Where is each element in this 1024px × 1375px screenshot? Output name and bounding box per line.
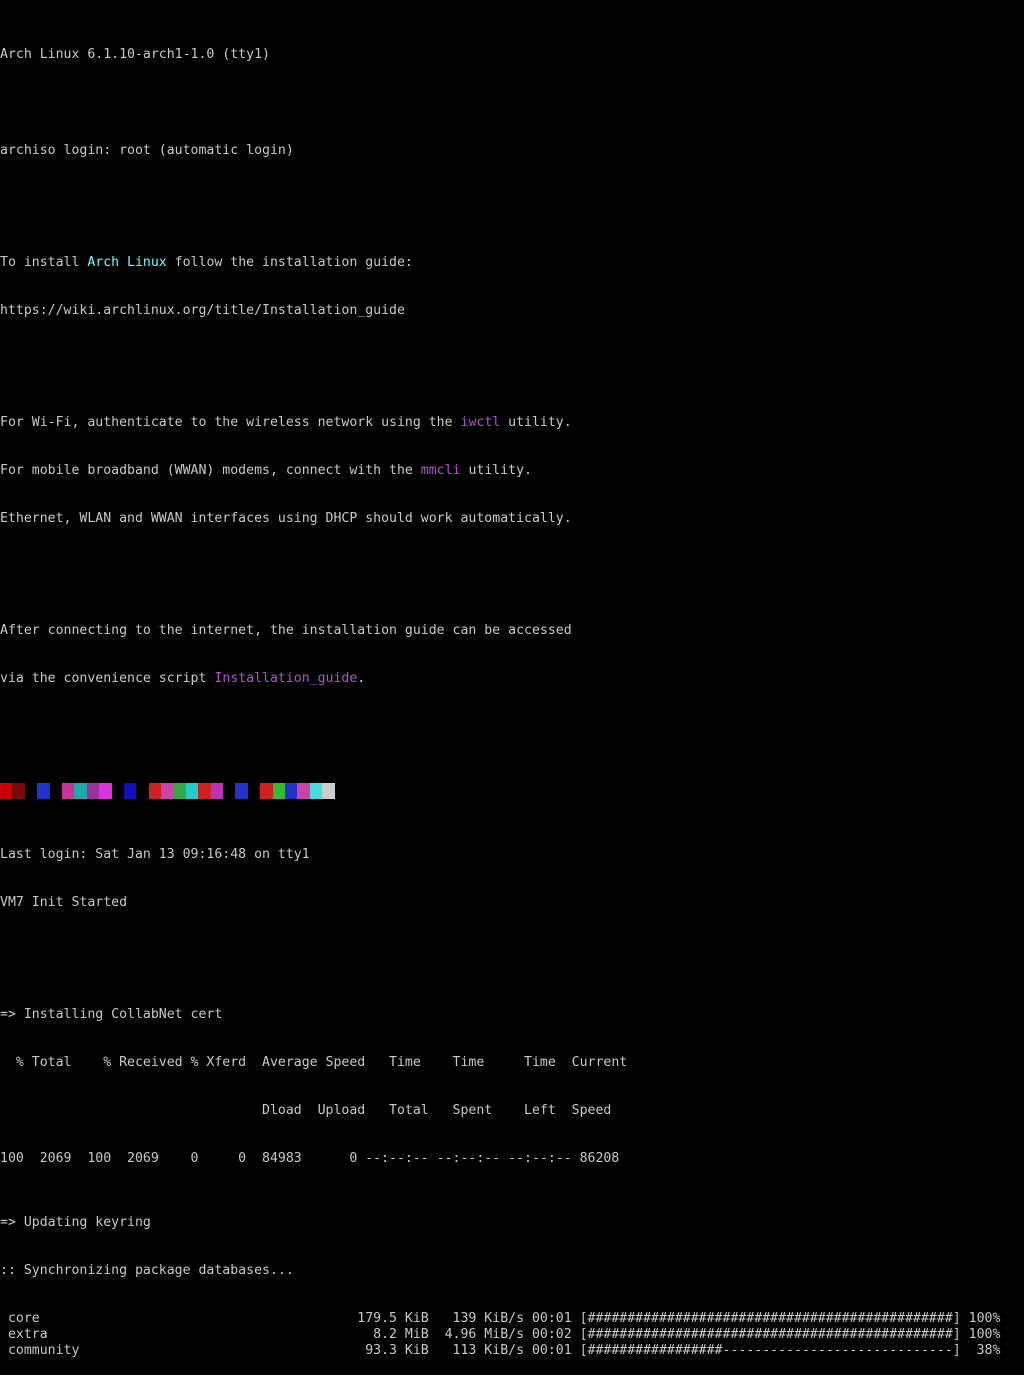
init-line: VM7 Init Started	[0, 895, 128, 910]
database-row-core: core 179.5 KiB 139 KiB/s 00:01 [########…	[0, 1311, 1001, 1326]
color-band-segment	[99, 783, 112, 799]
color-band-segment	[74, 783, 87, 799]
color-band-segment	[61, 783, 75, 799]
color-band-segment	[173, 783, 186, 799]
guide-hint-line: After connecting to the internet, the in…	[0, 623, 572, 638]
database-row-community: community 93.3 KiB 113 KiB/s 00:01 [####…	[0, 1343, 1001, 1358]
color-band-segment	[297, 783, 310, 799]
wwan-hint-line: For mobile broadband (WWAN) modems, conn…	[0, 463, 1024, 479]
color-band-segment	[148, 783, 162, 799]
database-row-extra: extra 8.2 MiB 4.96 MiB/s 00:02 [########…	[0, 1327, 1001, 1342]
wifi-hint-prefix: For Wi-Fi, authenticate to the wireless …	[0, 415, 461, 430]
wifi-hint-suffix: utility.	[500, 415, 572, 430]
wwan-hint-prefix: For mobile broadband (WWAN) modems, conn…	[0, 463, 421, 478]
color-band-segment	[210, 783, 224, 799]
color-band-segment	[309, 783, 323, 799]
color-band-segment	[247, 783, 261, 799]
color-band-segment	[235, 783, 248, 799]
color-band-segment	[161, 783, 174, 799]
color-band-segment	[198, 783, 211, 799]
color-band-segment	[123, 783, 137, 799]
wifi-hint-line: For Wi-Fi, authenticate to the wireless …	[0, 415, 1024, 431]
sync-line: :: Synchronizing package databases...	[0, 1263, 294, 1278]
color-band-segment	[322, 783, 335, 799]
guide-url: https://wiki.archlinux.org/title/Install…	[0, 303, 405, 318]
color-test-band	[0, 783, 1024, 799]
guide-script-prefix: via the convenience script	[0, 671, 215, 686]
color-band-segment	[0, 783, 13, 799]
last-login-line: Last login: Sat Jan 13 09:16:48 on tty1	[0, 847, 310, 862]
install-hint-line: To install Arch Linux follow the install…	[0, 255, 1024, 271]
login-line: archiso login: root (automatic login)	[0, 143, 294, 158]
tty-console[interactable]: Arch Linux 6.1.10-arch1-1.0 (tty1) archi…	[0, 15, 1024, 1375]
guide-script-line: via the convenience script Installation_…	[0, 671, 1024, 687]
distro-name: Arch Linux	[87, 255, 167, 270]
color-band-segment	[284, 783, 298, 799]
wwan-hint-suffix: utility.	[460, 463, 532, 478]
iwctl-tool: iwctl	[460, 415, 501, 430]
mmcli-tool: mmcli	[420, 463, 461, 478]
installation-guide-script: Installation_guide	[214, 671, 358, 686]
color-band-segment	[223, 783, 236, 799]
kernel-banner: Arch Linux 6.1.10-arch1-1.0 (tty1)	[0, 47, 270, 62]
install-hint-suffix: follow the installation guide:	[166, 255, 413, 270]
color-band-segment	[12, 783, 25, 799]
guide-script-suffix: .	[357, 671, 366, 686]
database-list: core 179.5 KiB 139 KiB/s 00:01 [########…	[0, 1311, 1024, 1359]
curl-title: => Installing CollabNet cert	[0, 1007, 223, 1022]
install-hint-prefix: To install	[0, 255, 88, 270]
curl-header-2: Dload Upload Total Spent Left Speed	[0, 1103, 612, 1118]
color-band-segment	[111, 783, 124, 799]
color-band-segment	[49, 783, 62, 799]
color-band-segment	[24, 783, 38, 799]
color-band-segment	[260, 783, 273, 799]
curl-progress-row: 100 2069 100 2069 0 0 84983 0 --:--:-- -…	[0, 1151, 620, 1166]
curl-header-1: % Total % Received % Xferd Average Speed…	[0, 1055, 628, 1070]
keyring-line: => Updating keyring	[0, 1215, 151, 1230]
color-band-segment	[272, 783, 285, 799]
color-band-segment	[37, 783, 50, 799]
dhcp-hint-line: Ethernet, WLAN and WWAN interfaces using…	[0, 511, 572, 526]
color-band-segment	[86, 783, 100, 799]
color-band-segment	[185, 783, 199, 799]
color-band-segment	[136, 783, 149, 799]
